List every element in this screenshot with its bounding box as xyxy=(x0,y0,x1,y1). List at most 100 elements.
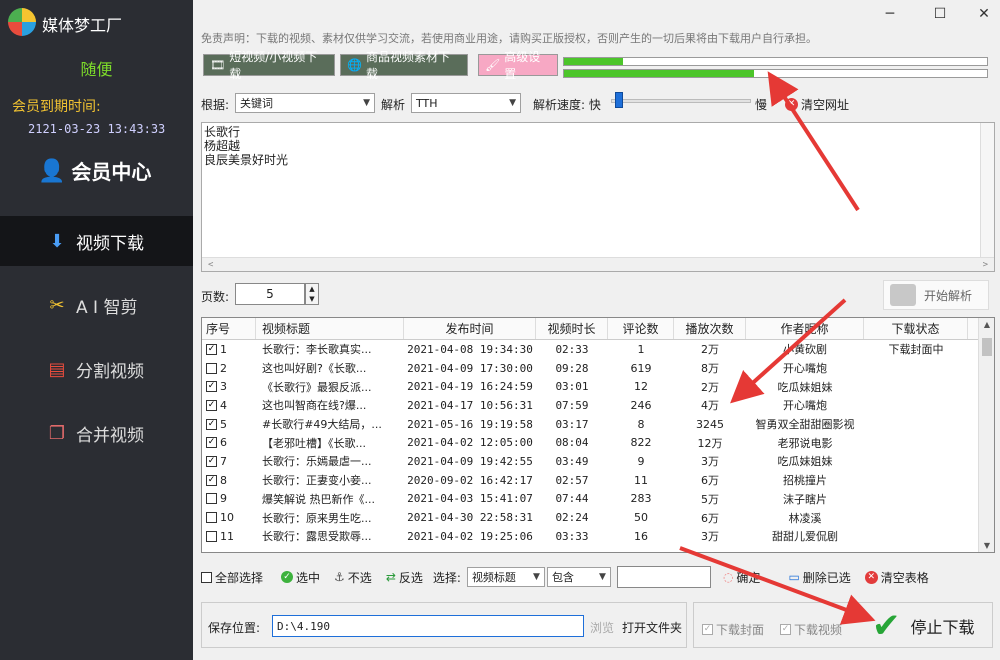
time-cell: 2021-04-08 19:34:30 xyxy=(407,342,533,356)
row-checkbox[interactable]: ✓ xyxy=(206,437,217,449)
column-header[interactable]: 视频标题 xyxy=(256,318,404,339)
nav-item-label: 分割视频 xyxy=(76,361,144,382)
row-checkbox[interactable] xyxy=(206,530,217,542)
row-number-cell: ✓ 6 xyxy=(202,436,256,449)
by-label: 根据: xyxy=(201,98,230,112)
invert-icon: ⇄ xyxy=(385,570,396,584)
select-button[interactable]: ✓ 选中 xyxy=(281,569,320,586)
column-header[interactable]: 视频时长 xyxy=(536,318,608,339)
table-row[interactable]: 11 长歌行：露思受欺辱... 2021-04-02 19:25:06 03:33 16… xyxy=(202,527,994,546)
row-checkbox[interactable]: ✓ xyxy=(206,343,217,355)
expiry-value: 2121-03-23 13:43:33 xyxy=(28,122,166,136)
chevron-right-icon[interactable]: > xyxy=(983,258,988,272)
download-video-checkbox[interactable]: ✓ 下载视频 xyxy=(780,621,842,638)
clear-url-button[interactable]: ✕ 清空网址 xyxy=(785,96,849,113)
time-cell: 2021-04-17 10:56:31 xyxy=(407,398,533,412)
save-path-input[interactable]: D:\4.190 xyxy=(272,615,584,637)
pages-input[interactable]: 5 xyxy=(235,283,305,305)
table-row[interactable]: 9 爆笑解说 热巴新作《... 2021-04-03 15:41:07 07:44 28… xyxy=(202,490,994,509)
table-row[interactable]: ✓ 7 长歌行：乐嫣最虐一... 2021-04-09 19:42:55 03:49 9 3… xyxy=(202,452,994,471)
row-checkbox[interactable] xyxy=(206,362,217,374)
table-body: ✓ 1 长歌行：李长歌真实... 2021-04-08 19:34:30 02:33 1 2… xyxy=(202,340,994,546)
column-header[interactable]: 播放次数 xyxy=(674,318,746,339)
table-row[interactable]: ✓ 1 长歌行：李长歌真实... 2021-04-08 19:34:30 02:33 1 2… xyxy=(202,340,994,359)
row-checkbox[interactable]: ✓ xyxy=(206,399,217,411)
title-cell: 这也叫好剧?《长歌... xyxy=(262,362,367,376)
nav-item-split-video[interactable]: ▤ 分割视频 xyxy=(0,344,193,394)
filter-input[interactable] xyxy=(616,566,711,588)
product-material-download-button[interactable]: 🌐 商品视频素材下载 xyxy=(340,50,468,81)
row-checkbox[interactable] xyxy=(206,512,217,524)
column-header[interactable]: 下载状态 xyxy=(864,318,968,339)
pages-stepper[interactable]: ▲ ▼ xyxy=(305,283,319,305)
short-video-download-button[interactable]: 🎞 短视频/小视频下载 xyxy=(203,50,335,81)
save-location-panel: 保存位置: D:\4.190 浏览 打开文件夹 xyxy=(201,602,687,648)
invert-button[interactable]: ⇄ 反选 xyxy=(386,569,423,586)
by-select[interactable]: 关键词 ▼ xyxy=(235,93,375,113)
confirm-button[interactable]: ◌ 确定 xyxy=(723,569,761,586)
clear-table-label: 清空表格 xyxy=(880,570,929,585)
clear-icon: ✕ xyxy=(785,98,798,111)
match-select[interactable]: 包含 ▼ xyxy=(546,567,611,587)
chevron-left-icon[interactable]: < xyxy=(208,258,213,272)
clear-table-button[interactable]: ✕ 清空表格 xyxy=(864,569,929,586)
time-cell: 2021-04-30 22:58:31 xyxy=(407,511,533,525)
row-checkbox[interactable]: ✓ xyxy=(206,381,217,393)
parse-select[interactable]: TTH ▼ xyxy=(411,93,521,113)
nav-item-label: 合并视频 xyxy=(76,425,144,446)
open-folder-button[interactable]: 打开文件夹 xyxy=(622,619,682,636)
start-parse-button[interactable]: 开始解析 xyxy=(883,280,989,310)
author-cell: 招桃撞片 xyxy=(783,474,827,488)
author-cell: 林凌溪 xyxy=(788,511,822,525)
row-checkbox[interactable]: ✓ xyxy=(206,418,217,430)
app-logo-icon xyxy=(8,8,36,36)
column-header[interactable]: 评论数 xyxy=(608,318,674,339)
table-vertical-scrollbar[interactable]: ▲ ▼ xyxy=(978,318,994,552)
author-cell: 吃瓜妹姐妹 xyxy=(777,380,833,394)
column-header[interactable]: 作者昵称 xyxy=(746,318,864,339)
nav-item-merge-video[interactable]: ❐ 合并视频 xyxy=(0,408,193,458)
row-checkbox[interactable]: ✓ xyxy=(206,455,217,467)
table-row[interactable]: ✓ 6 【老邪吐槽】《长歌... 2021-04-02 12:05:00 08:04 82… xyxy=(202,433,994,452)
nav-item-ai-clip[interactable]: ✂ A I 智剪 xyxy=(0,280,193,330)
speed-slider-track[interactable] xyxy=(611,99,751,103)
advanced-settings-button[interactable]: 🖌 高级设置 xyxy=(478,50,558,81)
delete-selected-button[interactable]: ▭ 删除已选 xyxy=(788,569,850,586)
maximize-button[interactable]: ☐ xyxy=(926,6,954,26)
table-row[interactable]: 2 这也叫好剧?《长歌... 2021-04-09 17:30:00 09:28 619… xyxy=(202,359,994,378)
stop-download-button[interactable]: ✔ 停止下载 xyxy=(866,607,988,645)
table-row[interactable]: ✓ 3 《长歌行》最狠反派... 2021-04-19 16:24:59 03:01 12… xyxy=(202,377,994,396)
duration-cell: 03:33 xyxy=(555,529,589,543)
table-row[interactable]: ✓ 4 这也叫智商在线?爆... 2021-04-17 10:56:31 07:59 24… xyxy=(202,396,994,415)
table-row[interactable]: ✓ 5 #长歌行#49大结局，... 2021-05-16 19:19:58 03:17… xyxy=(202,415,994,434)
deselect-label: 不选 xyxy=(347,570,372,585)
deselect-button[interactable]: ⚓ 不选 xyxy=(334,569,372,586)
url-input-area[interactable]: 长歌行 杨超越 良辰美景好时光 < > xyxy=(201,122,995,272)
table-row[interactable]: 10 长歌行：原来男生吃... 2021-04-30 22:58:31 02:24 50… xyxy=(202,508,994,527)
field-select[interactable]: 视频标题 ▼ xyxy=(466,567,545,587)
url-vertical-scrollbar[interactable] xyxy=(980,123,994,257)
comments-cell: 11 xyxy=(634,473,648,487)
scroll-down-icon[interactable]: ▼ xyxy=(979,541,994,550)
row-checkbox[interactable]: ✓ xyxy=(206,474,217,486)
row-checkbox[interactable] xyxy=(206,493,217,505)
url-horizontal-scrollbar[interactable]: < > xyxy=(202,257,994,271)
select-all-label: 全部选择 xyxy=(215,570,264,585)
member-center-button[interactable]: 👤 会员中心 xyxy=(38,156,151,185)
column-header[interactable]: 发布时间 xyxy=(404,318,536,339)
speed-slider-handle[interactable] xyxy=(615,92,624,108)
select-all-checkbox[interactable]: 全部选择 xyxy=(201,569,263,586)
browse-button[interactable]: 浏览 xyxy=(590,619,614,636)
author-cell: 开心嘴炮 xyxy=(783,399,827,413)
title-cell: 长歌行：露思受欺辱... xyxy=(262,530,372,544)
scroll-up-icon[interactable]: ▲ xyxy=(979,320,994,329)
minimize-button[interactable]: ─ xyxy=(876,6,904,26)
scroll-thumb[interactable] xyxy=(982,338,992,356)
download-cover-checkbox[interactable]: ✓ 下载封面 xyxy=(702,621,764,638)
table-row[interactable]: ✓ 8 长歌行：正妻变小妾... 2020-09-02 16:42:17 02:57 11… xyxy=(202,471,994,490)
nav-item-video-download[interactable]: ⬇ 视频下载 xyxy=(0,216,193,266)
row-number: 3 xyxy=(220,380,227,394)
close-button[interactable]: ✕ xyxy=(970,6,998,26)
column-header[interactable]: 序号 xyxy=(202,318,256,339)
author-cell: 老邪说电影 xyxy=(777,436,833,450)
